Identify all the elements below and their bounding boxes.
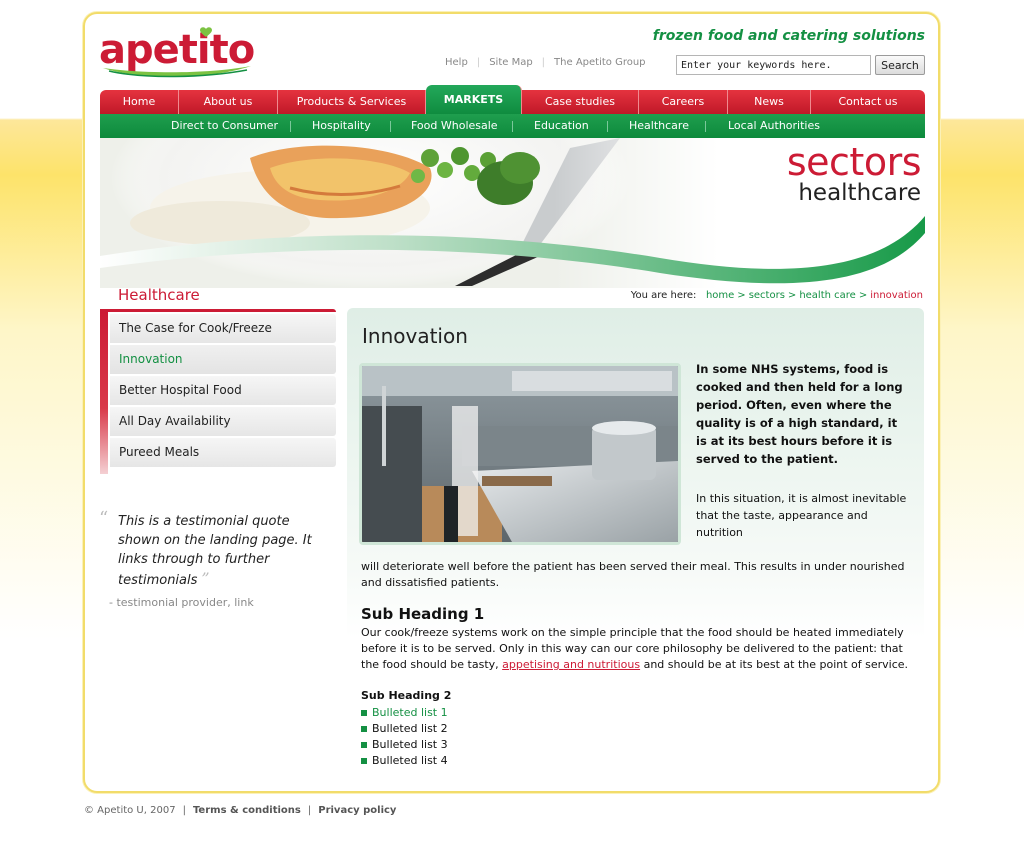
subnav-hospitality[interactable]: Hospitality — [312, 114, 371, 138]
terms-link[interactable]: Terms & conditions — [193, 805, 301, 816]
breadcrumb-home[interactable]: home — [706, 290, 734, 301]
kitchen-photo — [359, 363, 681, 545]
sidebar-item-better-hospital-food[interactable]: Better Hospital Food — [110, 376, 336, 405]
sub-heading-1: Sub Heading 1 — [361, 605, 485, 623]
breadcrumb-sectors[interactable]: sectors — [749, 290, 785, 301]
main-nav: Home About us Products & Services MARKET… — [100, 85, 925, 114]
search-input[interactable] — [676, 55, 871, 75]
breadcrumb: You are here: home > sectors > health care > i… — [560, 290, 923, 301]
list-item: Bulleted list 4 — [361, 753, 448, 769]
logo-swoosh — [103, 66, 251, 78]
separator — [390, 121, 391, 132]
separator: | — [476, 57, 481, 68]
testimonial-provider-link[interactable]: - testimonial provider, link — [109, 596, 254, 609]
nav-tab-careers[interactable]: Careers — [639, 90, 728, 114]
site-map-link[interactable]: Site Map — [489, 57, 532, 68]
separator: | — [541, 57, 546, 68]
breadcrumb-prefix: You are here: — [630, 290, 697, 301]
section-title: Healthcare — [118, 286, 200, 304]
copyright: © Apetito U, 2007 — [84, 805, 176, 816]
sidebar-item-pureed-meals[interactable]: Pureed Meals — [110, 438, 336, 467]
nav-tab-markets[interactable]: MARKETS — [426, 85, 522, 114]
page-title: Innovation — [362, 324, 468, 348]
intro-bold-text: In some NHS systems, food is cooked and … — [696, 362, 903, 466]
sidebar-item-all-day-availability[interactable]: All Day Availability — [110, 407, 336, 436]
testimonial-text: This is a testimonial quote shown on the… — [118, 514, 312, 588]
list-item[interactable]: Bulleted list 1 — [361, 705, 448, 721]
paragraph-1: Our cook/freeze systems work on the simp… — [361, 625, 916, 673]
subnav-direct-to-consumer[interactable]: Direct to Consumer — [171, 114, 278, 138]
separator — [705, 121, 706, 132]
appetising-link[interactable]: appetising and nutritious — [502, 658, 640, 671]
separator — [607, 121, 608, 132]
sidebar-top-line — [100, 309, 336, 312]
kitchen-illustration — [362, 366, 678, 542]
main-content: Innovation In some NHS systems, food is … — [347, 308, 924, 778]
separator: | — [182, 805, 186, 816]
subnav-healthcare[interactable]: Healthcare — [629, 114, 689, 138]
intro-text: In this situation, it is almost inevitab… — [696, 492, 907, 539]
help-link[interactable]: Help — [445, 57, 468, 68]
breadcrumb-separator: > — [858, 290, 868, 301]
separator — [290, 121, 291, 132]
nav-tab-about-us[interactable]: About us — [179, 90, 278, 114]
privacy-link[interactable]: Privacy policy — [318, 805, 396, 816]
sub-heading-2: Sub Heading 2 — [361, 689, 452, 702]
nav-tab-home[interactable]: Home — [100, 90, 179, 114]
subnav-local-authorities[interactable]: Local Authorities — [728, 114, 820, 138]
list-item: Bulleted list 2 — [361, 721, 448, 737]
apetito-group-link[interactable]: The Apetito Group — [554, 57, 645, 68]
sidebar-accent-bar — [100, 309, 108, 474]
nav-tab-products-services[interactable]: Products & Services — [278, 90, 426, 114]
nav-tab-case-studies[interactable]: Case studies — [522, 90, 639, 114]
sub-nav: Direct to Consumer Hospitality Food Whol… — [100, 114, 925, 138]
bullet-list: Bulleted list 1 Bulleted list 2 Bulleted… — [361, 705, 448, 769]
separator — [512, 121, 513, 132]
testimonial-quote[interactable]: This is a testimonial quote shown on the… — [118, 512, 330, 590]
subnav-education[interactable]: Education — [534, 114, 589, 138]
paragraph-1-text-end: and should be at its best at the point o… — [640, 658, 909, 671]
breadcrumb-separator: > — [737, 290, 746, 301]
banner-title: sectors — [786, 140, 922, 184]
intro-continued-text: will deteriorate well before the patient… — [361, 560, 905, 589]
quote-open-icon: “ — [99, 508, 109, 529]
list-item: Bulleted list 3 — [361, 737, 448, 753]
breadcrumb-separator: > — [787, 290, 797, 301]
footer: © Apetito U, 2007 | Terms & conditions | Pri… — [84, 805, 396, 816]
quote-close-icon: ” — [201, 569, 210, 588]
nav-tab-news[interactable]: News — [728, 90, 811, 114]
search-button[interactable]: Search — [875, 55, 925, 75]
subnav-food-wholesale[interactable]: Food Wholesale — [411, 114, 498, 138]
sidebar-item-case-for-cook-freeze[interactable]: The Case for Cook/Freeze — [110, 314, 336, 343]
separator: | — [307, 805, 312, 816]
breadcrumb-innovation: innovation — [870, 290, 923, 301]
tagline: frozen food and catering solutions — [652, 28, 925, 44]
heart-leaf-icon — [200, 27, 212, 37]
banner-subtitle: healthcare — [798, 180, 921, 206]
nav-tab-contact-us[interactable]: Contact us — [811, 90, 925, 114]
hero-banner: sectors healthcare — [100, 138, 925, 288]
sidebar-item-innovation[interactable]: Innovation — [110, 345, 336, 374]
utility-links: Help | Site Map | The Apetito Group — [445, 57, 646, 68]
breadcrumb-health-care[interactable]: health care — [799, 290, 856, 301]
apetito-logo[interactable]: apetito — [99, 26, 255, 78]
